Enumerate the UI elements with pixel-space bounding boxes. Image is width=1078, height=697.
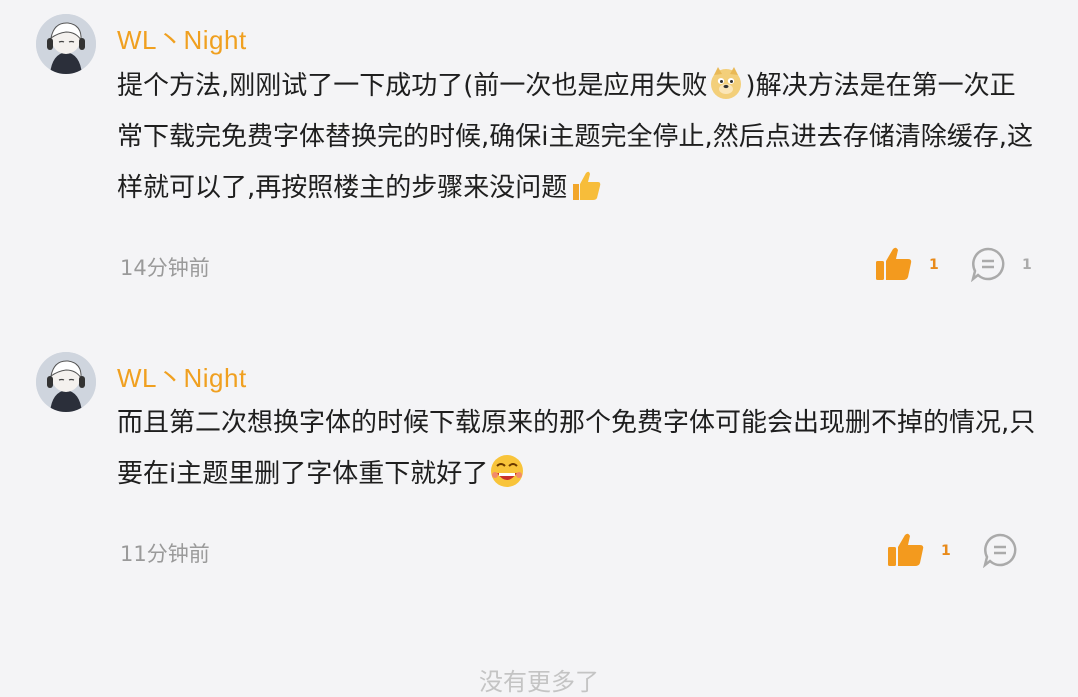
doge-emoji-icon xyxy=(711,67,742,99)
thumbs-up-emoji-icon xyxy=(573,171,601,200)
reply-icon[interactable] xyxy=(982,532,1018,568)
comment-time: 14分钟前 xyxy=(120,256,210,280)
grin-emoji-icon xyxy=(491,455,524,487)
reply-icon[interactable] xyxy=(970,246,1006,282)
comment-text: 而且第二次想换字体的时候下载原来的那个免费字体可能会出现删不掉的情况,只要在i主… xyxy=(117,398,1037,500)
like-icon[interactable] xyxy=(875,246,913,282)
comment-time: 11分钟前 xyxy=(120,542,210,566)
username[interactable]: WL丶Night xyxy=(117,358,247,395)
comment-item: WL丶Night 而且第二次想换字体的时候下载原来的那个免费字体可能会出现删不掉… xyxy=(0,340,1078,600)
avatar[interactable] xyxy=(36,352,96,412)
like-icon[interactable] xyxy=(887,532,925,568)
like-count: 1 xyxy=(941,543,951,559)
avatar-image xyxy=(36,352,96,412)
like-count: 1 xyxy=(929,257,939,273)
username[interactable]: WL丶Night xyxy=(117,20,247,57)
avatar-image xyxy=(36,14,96,74)
no-more-text: 没有更多了 xyxy=(479,668,599,696)
reply-count: 1 xyxy=(1022,257,1032,273)
comment-text: 提个方法,刚刚试了一下成功了(前一次也是应用失败)解决方法是在第一次正常下载完免… xyxy=(117,61,1037,214)
comment-item: WL丶Night 提个方法,刚刚试了一下成功了(前一次也是应用失败)解决方法是在… xyxy=(0,0,1078,320)
comment-text-part: 提个方法,刚刚试了一下成功了(前一次也是应用失败 xyxy=(117,71,708,101)
avatar[interactable] xyxy=(36,14,96,74)
comment-text-part: 而且第二次想换字体的时候下载原来的那个免费字体可能会出现删不掉的情况,只要在i主… xyxy=(117,408,1036,489)
